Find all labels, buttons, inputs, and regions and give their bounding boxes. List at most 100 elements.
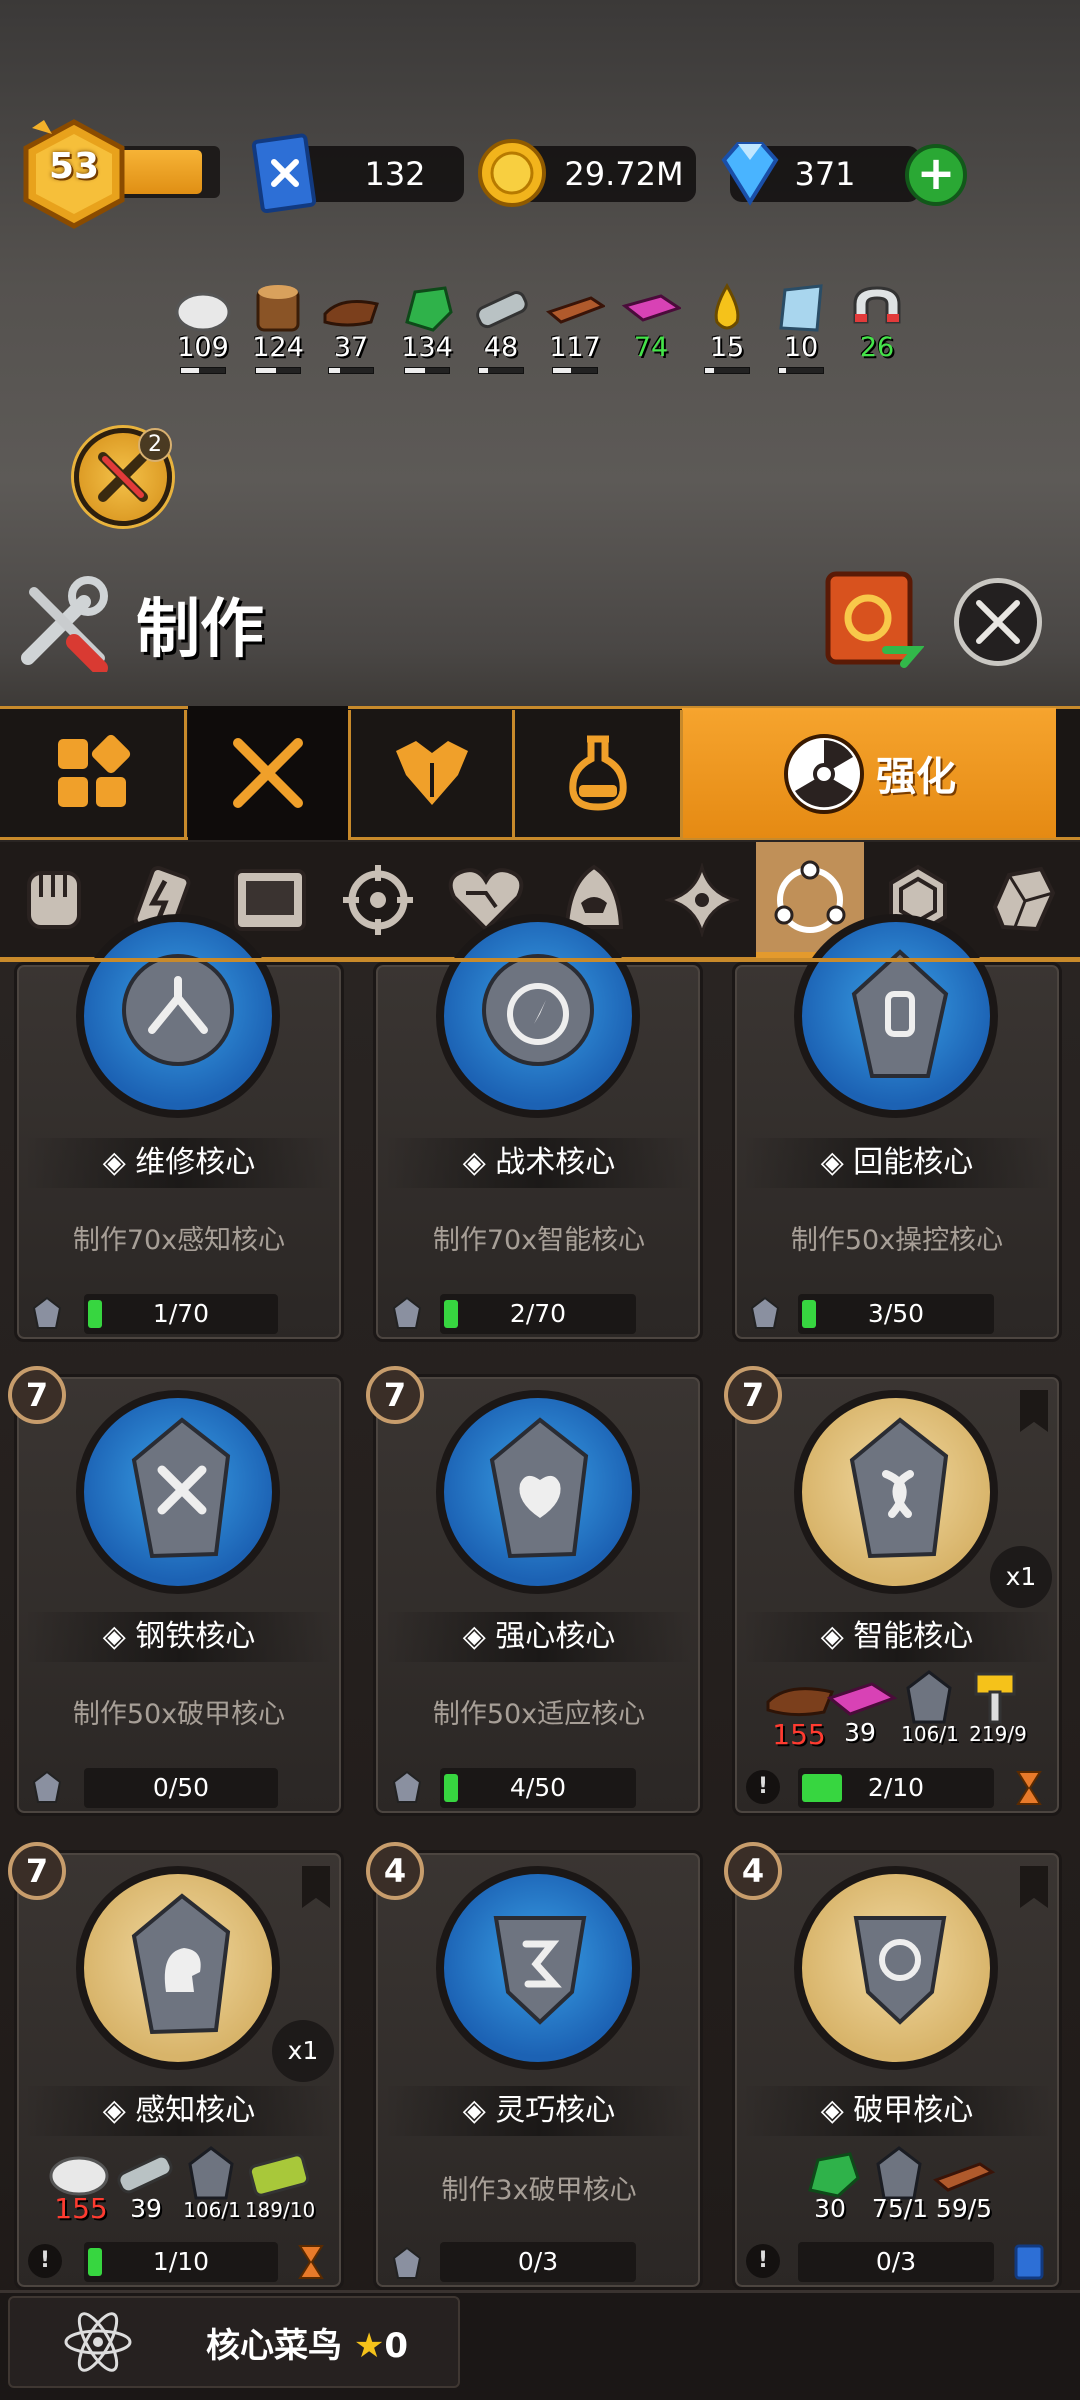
progress-text: 0/3 — [875, 2247, 917, 2276]
ingredient-count: 39 — [844, 1718, 876, 1747]
material-bar — [255, 367, 301, 374]
core-name: ◈ 破甲核心 — [742, 2086, 1052, 2136]
core-name: ◈ 战术核心 — [384, 1138, 694, 1188]
grid-icon — [58, 734, 131, 807]
material-magnet: 26 — [844, 282, 910, 363]
core-level-badge: 4 — [366, 1842, 424, 1900]
subtab-ore[interactable] — [974, 848, 1070, 952]
core-name-text: 回能核心 — [853, 1145, 974, 1180]
core-name: ◈ 回能核心 — [742, 1138, 1052, 1188]
player-level: 53 — [48, 146, 100, 187]
core-progress-bar: 0/50 — [84, 1768, 278, 1808]
material-count: 117 — [549, 332, 601, 363]
tab-divider — [348, 710, 351, 838]
recycle-scroll-button[interactable] — [820, 568, 925, 672]
gold-coin-icon — [478, 139, 546, 207]
steel-pipe-icon — [476, 291, 528, 329]
ingredient-count: 155 — [772, 1718, 826, 1751]
tab-divider — [680, 710, 683, 838]
material-bar — [552, 367, 598, 374]
tab-armor[interactable] — [352, 706, 512, 840]
wool-icon — [49, 2156, 109, 2196]
core-requirement: 制作70x感知核心 — [72, 1225, 286, 1256]
pink-cloth-icon — [621, 294, 683, 322]
ingredient-count: 59/5 — [935, 2194, 993, 2223]
crossed-swords-icon — [233, 738, 303, 808]
close-icon — [976, 600, 1020, 644]
diamond-icon — [721, 142, 779, 206]
subtab-shuriken[interactable] — [654, 848, 750, 952]
hammer-part-icon — [974, 1672, 1016, 1724]
agility-core-icon — [493, 1916, 587, 2025]
rank-name: 核心菜鸟 — [206, 2326, 342, 2366]
alert-icon[interactable]: ! — [746, 1770, 780, 1804]
crafting-notification-badge: 2 — [138, 428, 172, 462]
progress-text: 0/3 — [517, 2247, 559, 2276]
core-small-icon — [750, 1296, 780, 1329]
core-level-badge: 7 — [366, 1366, 424, 1424]
core-name: ◈ 维修核心 — [24, 1138, 334, 1188]
recycle-book-icon — [825, 571, 925, 668]
wood-log-icon — [256, 285, 300, 332]
blueprint-icon — [251, 133, 317, 214]
crafting-title-icon — [21, 576, 108, 672]
tab-weapons[interactable] — [188, 706, 348, 840]
tab-enhance-label: 强化 — [876, 754, 956, 800]
hourglass-icon[interactable] — [296, 2242, 326, 2282]
tactical-compass-icon — [482, 954, 594, 1066]
ingredient-count: 189/10 — [244, 2198, 316, 2222]
subtab-underline — [0, 958, 1080, 962]
core-name: ◈ 钢铁核心 — [24, 1612, 334, 1662]
core-gem-icon — [188, 2146, 234, 2200]
progress-fill — [802, 1774, 842, 1802]
material-bar — [704, 367, 750, 374]
ingredient-count: 155 — [54, 2192, 108, 2225]
diamond-bullet-icon: ◈ — [102, 1619, 136, 1654]
hourglass-icon[interactable] — [1014, 1768, 1044, 1808]
potion-flask-icon — [569, 735, 627, 811]
close-button[interactable] — [954, 578, 1042, 666]
core-requirement: 制作50x破甲核心 — [72, 1699, 286, 1730]
core-progress-bar: 3/50 — [798, 1294, 994, 1334]
buy-gems-button[interactable]: + — [905, 144, 967, 206]
progress-text: 2/10 — [867, 1773, 925, 1802]
material-steel-pipe: 48 — [468, 282, 534, 374]
core-progress-bar: 2/70 — [440, 1294, 636, 1334]
leather-icon — [323, 300, 379, 327]
diamond-bullet-icon: ◈ — [820, 2093, 854, 2128]
blueprint-icon[interactable] — [1012, 2242, 1046, 2282]
tab-divider — [512, 710, 515, 838]
diamond-bullet-icon: ◈ — [820, 1145, 854, 1180]
material-bar — [478, 367, 524, 374]
core-requirement: 制作50x适应核心 — [432, 1699, 646, 1730]
material-count: 10 — [783, 332, 819, 363]
material-wood: 124 — [245, 282, 311, 374]
progress-fill — [802, 1300, 816, 1328]
wool-icon — [175, 292, 231, 332]
tab-potions[interactable] — [516, 706, 680, 840]
tab-enhance-active[interactable] — [682, 708, 1056, 838]
subtab-crosshair[interactable] — [330, 848, 426, 952]
pink-cloth-icon — [826, 1682, 898, 1716]
copper-bar-icon — [545, 296, 607, 324]
alert-icon[interactable]: ! — [28, 2244, 62, 2278]
core-small-icon — [32, 1296, 62, 1329]
progress-text: 1/70 — [152, 1299, 210, 1328]
alert-icon[interactable]: ! — [746, 2244, 780, 2278]
tab-all[interactable] — [0, 706, 184, 840]
material-count: 26 — [859, 332, 895, 363]
rank-stars: 0 — [384, 2326, 408, 2366]
progress-fill — [444, 1774, 458, 1802]
core-level-badge: 7 — [724, 1366, 782, 1424]
core-level-badge: 7 — [8, 1366, 66, 1424]
material-leather: 37 — [318, 282, 384, 374]
progress-text: 0/50 — [152, 1773, 210, 1802]
core-small-icon — [392, 2246, 422, 2279]
subtab-fist[interactable] — [6, 848, 102, 952]
heart-core-icon — [489, 1417, 589, 1559]
material-count: 109 — [177, 332, 229, 363]
core-name-text: 钢铁核心 — [135, 1619, 256, 1654]
core-name-text: 灵巧核心 — [495, 2093, 616, 2128]
core-level-badge: 7 — [8, 1842, 66, 1900]
green-crystal-icon — [808, 2152, 860, 2198]
